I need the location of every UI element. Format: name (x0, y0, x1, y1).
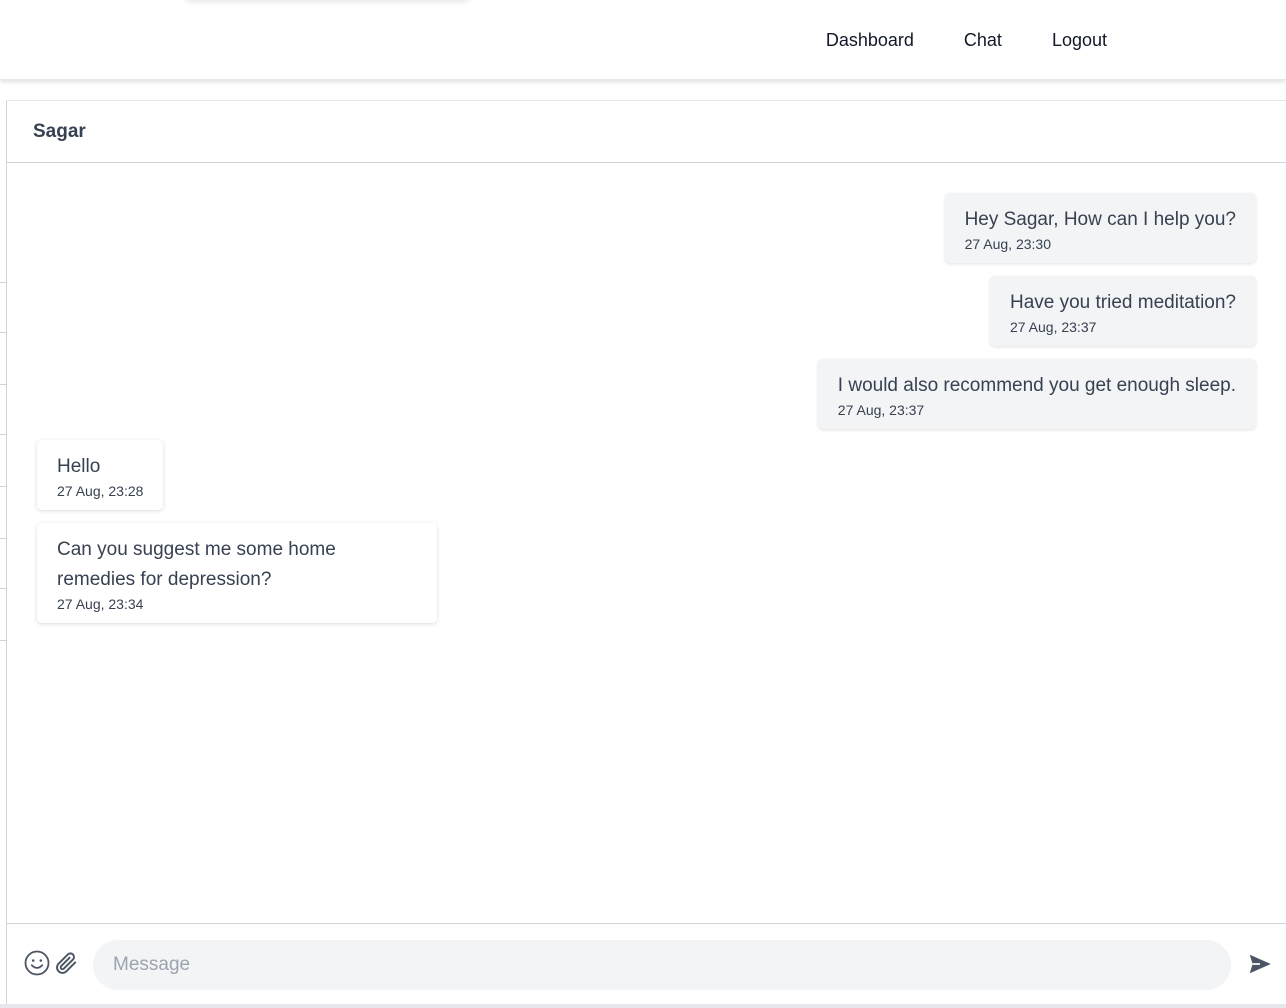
message-timestamp: 27 Aug, 23:34 (57, 596, 144, 612)
smiley-face-icon[interactable] (24, 950, 50, 976)
outgoing-message: Hey Sagar, How can I help you? 27 Aug, 2… (944, 193, 1256, 263)
header-spacer (0, 80, 1286, 100)
message-text: Hello (57, 456, 101, 477)
contact-name: Sagar (33, 120, 86, 142)
chat-panel: Sagar Hey Sagar, How can I help you? 27 … (6, 100, 1286, 1005)
nav-dashboard-link[interactable]: Dashboard (826, 30, 914, 51)
message-composer (7, 923, 1286, 1005)
message-timestamp: 27 Aug, 23:37 (1009, 319, 1097, 335)
main-nav: Dashboard Chat Logout (826, 0, 1107, 80)
message-timestamp: 27 Aug, 23:30 (964, 236, 1051, 252)
message-timestamp: 27 Aug, 23:37 (837, 402, 925, 418)
message-list[interactable]: Hey Sagar, How can I help you? 27 Aug, 2… (7, 163, 1286, 923)
outgoing-message: Have you tried meditation? 27 Aug, 23:37 (989, 276, 1256, 346)
paperclip-icon[interactable] (53, 950, 79, 976)
message-timestamp: 27 Aug, 23:28 (57, 483, 144, 499)
send-arrow-icon[interactable] (1247, 951, 1273, 977)
incoming-message: Hello 27 Aug, 23:28 (37, 440, 164, 510)
chat-header: Sagar (7, 101, 1286, 163)
outgoing-message: I would also recommend you get enough sl… (817, 359, 1256, 429)
message-text: Have you tried meditation? (1009, 292, 1236, 313)
top-navbar: Dashboard Chat Logout (0, 0, 1286, 80)
incoming-message: Can you suggest me some home remedies fo… (37, 523, 437, 623)
nav-logout-link[interactable]: Logout (1052, 30, 1107, 51)
message-text: Can you suggest me some home remedies fo… (57, 539, 336, 590)
nav-chat-link[interactable]: Chat (964, 30, 1002, 51)
message-text: I would also recommend you get enough sl… (837, 375, 1236, 396)
message-text: Hey Sagar, How can I help you? (964, 209, 1236, 230)
page-bottom-border (0, 1004, 1286, 1008)
message-input[interactable] (93, 940, 1231, 990)
